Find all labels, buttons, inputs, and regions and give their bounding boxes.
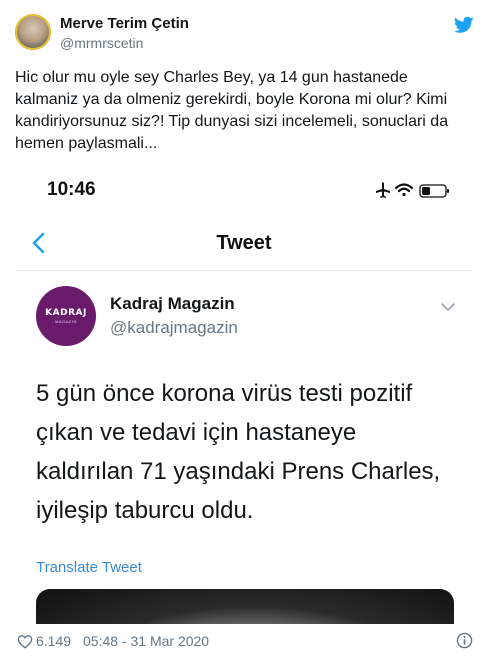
divider (17, 270, 471, 271)
nav-title: Tweet (216, 232, 272, 254)
twitter-bird-icon[interactable] (454, 16, 474, 34)
author-avatar[interactable] (15, 14, 51, 50)
translate-tweet-link[interactable]: Translate Tweet (36, 559, 142, 576)
info-icon[interactable] (456, 632, 473, 649)
kadraj-logo: KADRAJ (45, 308, 87, 318)
airplane-icon (376, 182, 390, 198)
heart-icon[interactable] (17, 634, 33, 649)
inner-author-name[interactable]: Kadraj Magazin (110, 294, 235, 314)
embedded-tweet-card: Merve Terim Çetin @mrmrscetin Hic olur m… (0, 0, 488, 661)
tweet-media-image[interactable] (36, 589, 454, 624)
tweet-datetime[interactable]: 05:48 - 31 Mar 2020 (83, 633, 209, 649)
like-count[interactable]: 6.149 (36, 633, 71, 649)
wifi-icon (394, 183, 414, 197)
tweet-text: Hic olur mu oyle sey Charles Bey, ya 14 … (15, 69, 449, 152)
inner-tweet-text: 5 gün önce korona virüs testi pozitif çı… (36, 380, 441, 524)
author-handle[interactable]: @mrmrscetin (60, 35, 143, 51)
kadraj-logo-sub: MAGAZIN (55, 319, 77, 324)
embedded-screenshot[interactable]: 10:46 Tweet KADRAJ MAGAZIN Kadraj Magazi… (17, 168, 471, 624)
battery-icon (419, 184, 449, 198)
status-time: 10:46 (47, 179, 96, 200)
inner-author-handle[interactable]: @kadrajmagazin (110, 318, 238, 338)
chevron-down-icon[interactable] (441, 302, 455, 312)
status-icons (376, 182, 449, 198)
author-name[interactable]: Merve Terim Çetin (60, 15, 189, 32)
kadraj-avatar[interactable]: KADRAJ MAGAZIN (36, 286, 96, 346)
